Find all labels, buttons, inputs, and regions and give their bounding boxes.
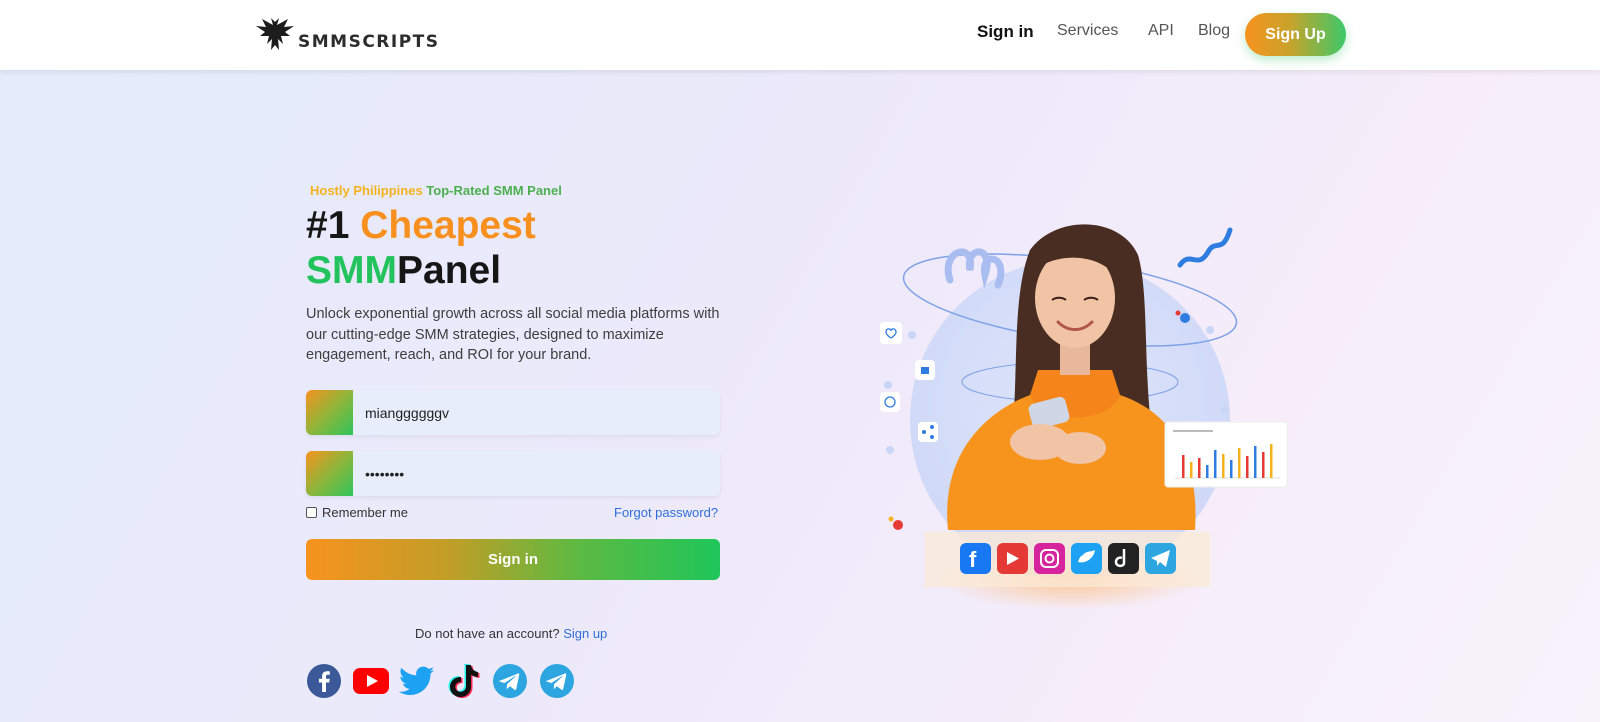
- tiktok-icon[interactable]: [446, 663, 482, 699]
- page-title: #1 Cheapest SMMPanel: [306, 203, 536, 293]
- no-account-text: Do not have an account? Sign up: [415, 626, 607, 641]
- telegram-icon[interactable]: [492, 663, 528, 699]
- headline-number: #1: [306, 204, 350, 247]
- password-field[interactable]: ••••••••: [306, 451, 720, 496]
- username-field[interactable]: mianggggggv: [306, 390, 720, 435]
- headline-smm: SMM: [306, 249, 397, 292]
- nav-services-link[interactable]: Services: [1057, 22, 1118, 48]
- tagline: Hostly Philippines Top-Rated SMM Panel: [310, 183, 562, 198]
- social-links: [306, 663, 585, 699]
- tagline-brand: Hostly Philippines: [310, 183, 423, 198]
- hero-illustration: f: [880, 210, 1300, 630]
- username-value[interactable]: mianggggggv: [365, 405, 449, 421]
- no-account-label: Do not have an account?: [415, 626, 560, 641]
- headline-panel: Panel: [397, 249, 502, 292]
- nav-signin-link[interactable]: Sign in: [977, 22, 1034, 48]
- nav-api-link[interactable]: API: [1148, 22, 1174, 48]
- youtube-icon[interactable]: [352, 663, 389, 699]
- signup-link[interactable]: Sign up: [563, 626, 607, 641]
- nav-blog-link[interactable]: Blog: [1198, 22, 1230, 48]
- telegram-icon[interactable]: [539, 663, 575, 699]
- forgot-password-link[interactable]: Forgot password?: [614, 505, 718, 520]
- remember-me[interactable]: Remember me: [306, 505, 408, 520]
- lock-icon: [306, 451, 353, 496]
- logo[interactable]: SMMSCRIPTS: [254, 14, 440, 56]
- user-icon: [306, 390, 353, 435]
- eagle-logo-icon: [256, 18, 294, 50]
- password-value[interactable]: ••••••••: [365, 466, 404, 482]
- twitter-icon[interactable]: [399, 663, 435, 699]
- facebook-icon[interactable]: [306, 663, 342, 699]
- remember-label: Remember me: [322, 505, 408, 520]
- top-navbar: SMMSCRIPTS Sign in Services API Blog Sig…: [0, 0, 1600, 70]
- headline-cheapest: Cheapest: [360, 204, 536, 247]
- signin-button[interactable]: Sign in: [306, 539, 720, 580]
- svg-text:f: f: [969, 547, 977, 572]
- remember-checkbox[interactable]: [306, 507, 317, 518]
- tagline-rest: Top-Rated SMM Panel: [422, 183, 562, 198]
- hero-description: Unlock exponential growth across all soc…: [306, 306, 720, 363]
- signup-button[interactable]: Sign Up: [1245, 13, 1346, 56]
- logo-text: SMMSCRIPTS: [298, 32, 440, 52]
